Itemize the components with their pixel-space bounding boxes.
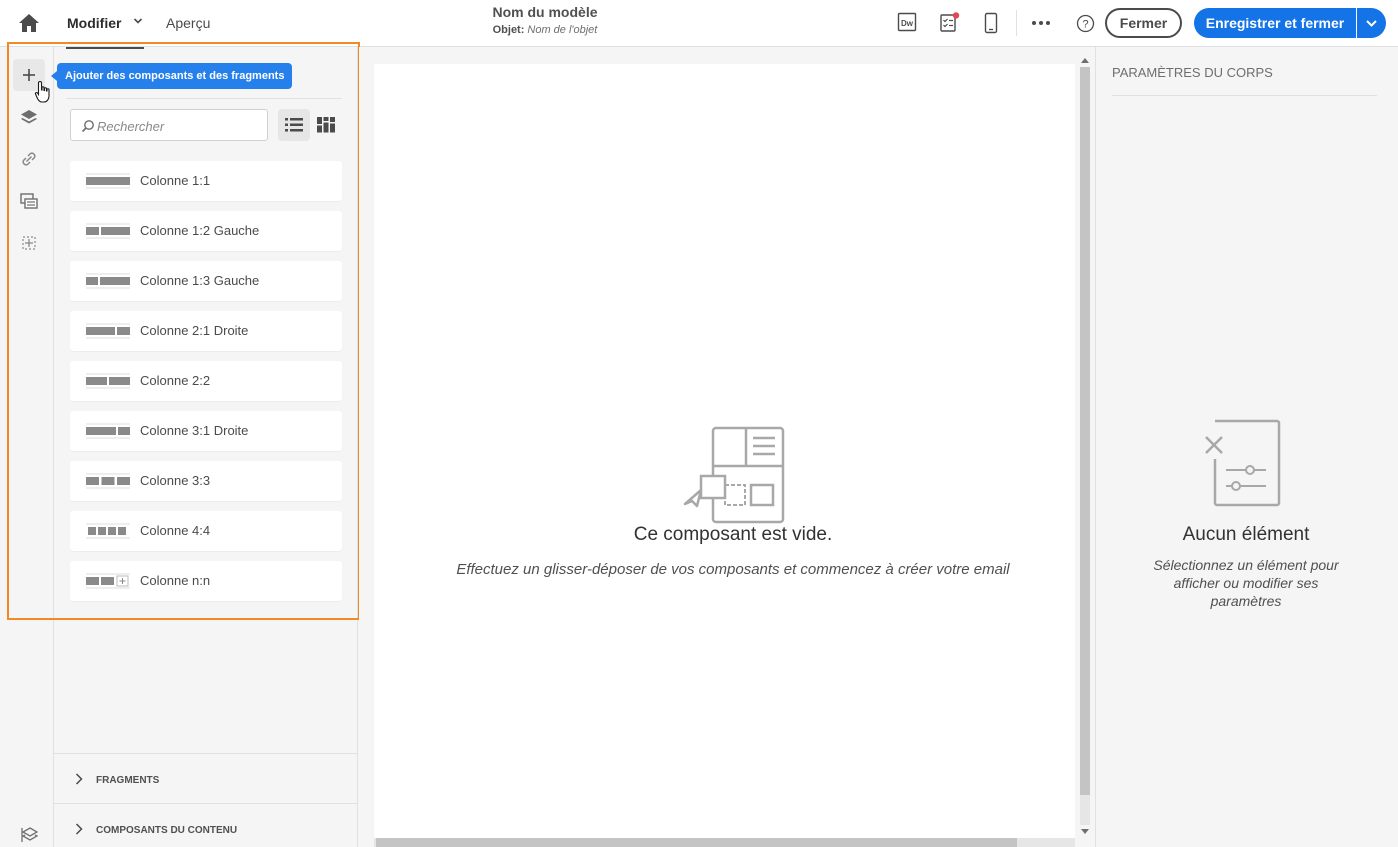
component-label: Colonne 3:1 Droite — [140, 423, 249, 438]
left-rail — [0, 47, 54, 847]
layout-2-2-icon — [86, 373, 130, 389]
component-label: Colonne 1:3 Gauche — [140, 273, 260, 288]
chevron-down-icon — [1366, 20, 1377, 27]
empty-component-illustration — [683, 426, 785, 524]
bottom-layers-button[interactable] — [13, 819, 45, 847]
template-name[interactable]: Nom du modèle — [0, 4, 1090, 20]
layout-3-3-icon — [86, 473, 130, 489]
structure-button[interactable] — [13, 227, 45, 259]
link-icon — [22, 152, 36, 166]
component-label: Colonne n:n — [140, 573, 211, 588]
component-label: Colonne 2:2 — [140, 373, 211, 388]
template-title-block: Nom du modèle Objet: Nom de l'objet — [0, 4, 1090, 36]
component-label: Colonne 1:1 — [140, 173, 211, 188]
search-field[interactable] — [70, 109, 268, 141]
layers-icon — [21, 110, 37, 124]
component-item[interactable]: Colonne 3:1 Droite — [70, 411, 342, 451]
layout-4-4-icon — [86, 523, 130, 539]
component-item[interactable]: Colonne 1:1 — [70, 161, 342, 201]
no-element-subtitle: Sélectionnez un élément pour afficher ou… — [1153, 557, 1339, 609]
save-options-dropdown[interactable] — [1357, 8, 1386, 38]
chevron-right-icon — [75, 823, 83, 835]
panel-title: PARAMÈTRES DU CORPS — [1112, 65, 1273, 80]
empty-canvas-title: Ce composant est vide. — [633, 524, 833, 545]
accordion-label: COMPOSANTS DU CONTENU — [96, 825, 238, 836]
settings-layers-icon — [21, 827, 38, 842]
assets-button[interactable] — [13, 185, 45, 217]
save-and-close-button[interactable]: Enregistrer et fermer — [1194, 8, 1356, 38]
layout-2-1-icon — [86, 323, 130, 339]
layout-1-1-icon — [86, 173, 130, 189]
component-item[interactable]: Colonne 3:3 — [70, 461, 342, 501]
more-icon[interactable] — [1031, 19, 1051, 27]
search-input[interactable] — [97, 116, 262, 136]
search-icon — [81, 120, 94, 133]
layout-1-3-icon — [86, 273, 130, 289]
body-settings-panel: PARAMÈTRES DU CORPS Aucun élément Sélect… — [1095, 47, 1398, 847]
layers-button[interactable] — [13, 101, 45, 133]
fragments-accordion[interactable]: FRAGMENTS — [54, 753, 358, 803]
checklist-icon[interactable] — [939, 12, 961, 34]
svg-text:Dw: Dw — [901, 19, 914, 28]
grid-view-icon — [317, 117, 335, 133]
help-icon[interactable]: ? — [1076, 14, 1095, 33]
mobile-preview-icon[interactable] — [984, 12, 998, 34]
component-label: Colonne 1:2 Gauche — [140, 223, 260, 238]
links-button[interactable] — [13, 143, 45, 175]
assets-icon — [20, 193, 38, 209]
layout-n-n-icon — [86, 573, 130, 589]
chevron-right-icon — [75, 773, 83, 785]
list-view-button[interactable] — [278, 109, 310, 141]
panel-tab-indicator — [66, 47, 144, 49]
no-element-title: Aucun élément — [1182, 524, 1310, 545]
layout-3-1-icon — [86, 423, 130, 439]
component-item[interactable]: Colonne n:n — [70, 561, 342, 601]
component-item[interactable]: Colonne 2:1 Droite — [70, 311, 342, 351]
scroll-thumb[interactable] — [1080, 67, 1090, 795]
top-bar: Modifier Aperçu Nom du modèle Objet: Nom … — [0, 0, 1398, 47]
empty-canvas-subtitle: Effectuez un glisser-déposer de vos comp… — [456, 561, 1010, 578]
components-panel: Colonne 1:1 Colonne 1:2 Gauche Colonne 1… — [54, 47, 358, 847]
canvas-area: Ce composant est vide. Effectuez un glis… — [359, 47, 1095, 847]
grid-view-button[interactable] — [310, 109, 342, 141]
subject-value[interactable]: Nom de l'objet — [527, 24, 597, 36]
component-item[interactable]: Colonne 1:3 Gauche — [70, 261, 342, 301]
panel-divider — [66, 98, 342, 99]
structure-icon — [22, 236, 36, 250]
fermer-button[interactable]: Fermer — [1105, 8, 1182, 38]
subject-line[interactable]: Objet: Nom de l'objet — [0, 24, 1090, 36]
scroll-down-icon[interactable] — [1081, 829, 1089, 835]
component-label: Colonne 3:3 — [140, 473, 211, 488]
subject-label: Objet: — [492, 24, 525, 36]
no-element-illustration — [1205, 419, 1281, 507]
list-view-icon — [285, 118, 303, 132]
header-divider — [1016, 10, 1017, 36]
content-components-accordion[interactable]: COMPOSANTS DU CONTENU — [54, 803, 358, 847]
scroll-thumb[interactable] — [376, 838, 1017, 847]
tooltip: Ajouter des composants et des fragments — [57, 63, 293, 89]
component-item[interactable]: Colonne 2:2 — [70, 361, 342, 401]
scroll-up-icon[interactable] — [1081, 57, 1089, 63]
accordion-label: FRAGMENTS — [96, 775, 160, 786]
layout-1-2-icon — [86, 223, 130, 239]
panel-divider — [1112, 95, 1377, 96]
horizontal-scrollbar[interactable] — [374, 838, 1075, 847]
hand-cursor-icon — [34, 80, 50, 103]
component-label: Colonne 2:1 Droite — [140, 323, 249, 338]
svg-text:?: ? — [1082, 19, 1088, 31]
vertical-scrollbar[interactable] — [1078, 55, 1092, 837]
dreamweaver-icon[interactable]: Dw — [897, 12, 917, 32]
component-item[interactable]: Colonne 1:2 Gauche — [70, 211, 342, 251]
email-canvas[interactable] — [374, 64, 1075, 840]
component-item[interactable]: Colonne 4:4 — [70, 511, 342, 551]
component-label: Colonne 4:4 — [140, 523, 211, 538]
